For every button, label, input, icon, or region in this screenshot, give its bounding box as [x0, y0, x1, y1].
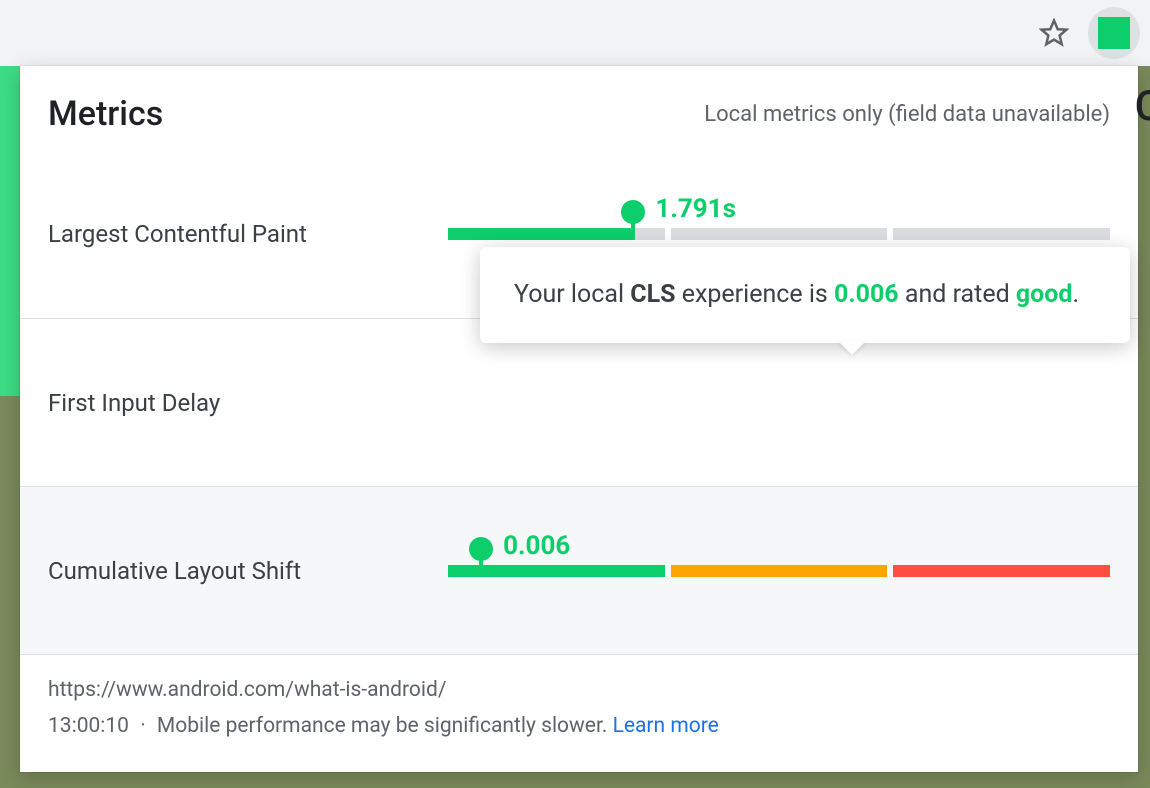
- bookmark-star-icon[interactable]: [1038, 17, 1070, 49]
- tooltip-text: .: [1072, 280, 1079, 309]
- marker-stem: [631, 222, 635, 240]
- metric-track-fid: Your local CLS experience is 0.006 and r…: [448, 397, 1110, 409]
- footer-line2: 13:00:10 · Mobile performance may be sig…: [48, 709, 1110, 745]
- marker-dot-icon: [621, 200, 645, 224]
- footer-time: 13:00:10: [48, 714, 129, 738]
- metric-value-cls: 0.006: [503, 531, 570, 561]
- panel-subtitle: Local metrics only (field data unavailab…: [704, 102, 1110, 127]
- browser-toolbar: [0, 0, 1150, 66]
- extension-badge[interactable]: [1088, 7, 1140, 59]
- panel-footer: https://www.android.com/what-is-android/…: [20, 654, 1138, 764]
- metric-label-cls: Cumulative Layout Shift: [48, 557, 448, 585]
- metric-segment: [671, 565, 888, 577]
- metric-track-cls: 0.006: [448, 565, 1110, 577]
- tooltip-rating: good: [1016, 280, 1073, 309]
- extension-status-icon: [1098, 17, 1130, 49]
- tooltip-caret-icon: [838, 341, 866, 355]
- tooltip-value: 0.006: [834, 280, 899, 309]
- panel-title: Metrics: [48, 94, 163, 134]
- metric-row-fid: First Input Delay Your local CLS experie…: [20, 318, 1138, 486]
- metric-track-lcp: 1.791s: [448, 228, 1110, 240]
- metric-label-lcp: Largest Contentful Paint: [48, 220, 448, 248]
- tooltip-cls: Your local CLS experience is 0.006 and r…: [480, 247, 1130, 343]
- metric-label-fid: First Input Delay: [48, 389, 448, 417]
- metric-segment: [671, 228, 888, 240]
- footer-warning: Mobile performance may be significantly …: [157, 714, 613, 738]
- web-vitals-panel: Metrics Local metrics only (field data u…: [20, 66, 1138, 772]
- metric-value-lcp: 1.791s: [655, 194, 736, 224]
- metric-segment: [893, 565, 1110, 577]
- panel-header: Metrics Local metrics only (field data u…: [20, 66, 1138, 150]
- marker-dot-icon: [469, 537, 493, 561]
- background-text-fragment: C: [1135, 82, 1150, 131]
- metric-marker-cls: 0.006: [469, 537, 493, 577]
- tooltip-text: and rated: [899, 280, 1016, 309]
- learn-more-link[interactable]: Learn more: [613, 714, 719, 738]
- metric-marker-lcp: 1.791s: [621, 200, 645, 240]
- marker-stem: [479, 559, 483, 577]
- footer-url: https://www.android.com/what-is-android/: [48, 673, 1110, 709]
- tooltip-metric-abbr: CLS: [630, 280, 675, 309]
- footer-separator: ·: [135, 714, 151, 738]
- tooltip-text: experience is: [676, 280, 835, 309]
- metric-row-cls: Cumulative Layout Shift 0.006: [20, 486, 1138, 654]
- metric-segment: [893, 228, 1110, 240]
- tooltip-text: Your local: [514, 280, 630, 309]
